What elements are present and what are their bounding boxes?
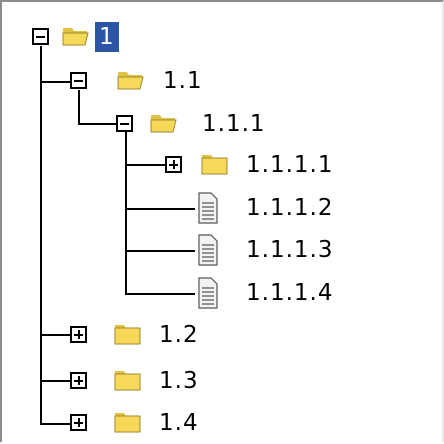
tree-item-label[interactable]: 1.2 xyxy=(155,320,203,350)
minus-box-icon[interactable] xyxy=(70,72,87,89)
folder-open-icon xyxy=(117,72,144,90)
minus-box-icon[interactable] xyxy=(32,28,49,45)
tree-item-label[interactable]: 1.1 xyxy=(159,66,207,96)
tree-item[interactable]: 1.1.1.1 xyxy=(2,142,442,186)
plus-box-icon[interactable] xyxy=(70,326,87,343)
minus-box-icon[interactable] xyxy=(116,115,133,132)
document-icon xyxy=(198,234,218,266)
document-icon xyxy=(198,192,218,224)
folder-icon xyxy=(114,371,141,391)
tree-item[interactable]: 1.3 xyxy=(2,358,442,402)
tree-item-label[interactable]: 1.1.1.3 xyxy=(242,235,337,265)
tree-item-label[interactable]: 1.1.1 xyxy=(198,109,270,139)
folder-open-icon xyxy=(62,28,89,46)
tree-item[interactable]: 1 xyxy=(2,16,442,60)
tree-item-label[interactable]: 1.1.1.1 xyxy=(242,150,337,180)
tree-item-label[interactable]: 1 xyxy=(95,22,119,52)
tree-item-label[interactable]: 1.1.1.4 xyxy=(242,278,337,308)
tree-item[interactable]: 1.1.1.3 xyxy=(2,228,442,272)
document-icon xyxy=(198,277,218,309)
tree-item[interactable]: 1.1.1.2 xyxy=(2,186,442,230)
folder-icon xyxy=(114,325,141,345)
tree-item[interactable]: 1.1.1 xyxy=(2,102,442,146)
tree-item[interactable]: 1.2 xyxy=(2,312,442,356)
plus-box-icon[interactable] xyxy=(70,372,87,389)
folder-icon xyxy=(201,155,228,175)
folder-open-icon xyxy=(150,115,177,133)
tree-view[interactable]: 1 1.1 1.1.1 1.1.1.1 1.1.1.2 1.1.1.3 1.1.… xyxy=(0,0,444,442)
folder-icon xyxy=(114,413,141,433)
tree-item-label[interactable]: 1.4 xyxy=(155,408,203,438)
tree-item[interactable]: 1.1.1.4 xyxy=(2,271,442,315)
tree-item[interactable]: 1.1 xyxy=(2,59,442,103)
tree-item[interactable]: 1.4 xyxy=(2,400,442,444)
tree-item-label[interactable]: 1.1.1.2 xyxy=(242,193,337,223)
plus-box-icon[interactable] xyxy=(70,414,87,431)
tree-item-label[interactable]: 1.3 xyxy=(155,366,203,396)
plus-box-icon[interactable] xyxy=(165,156,182,173)
